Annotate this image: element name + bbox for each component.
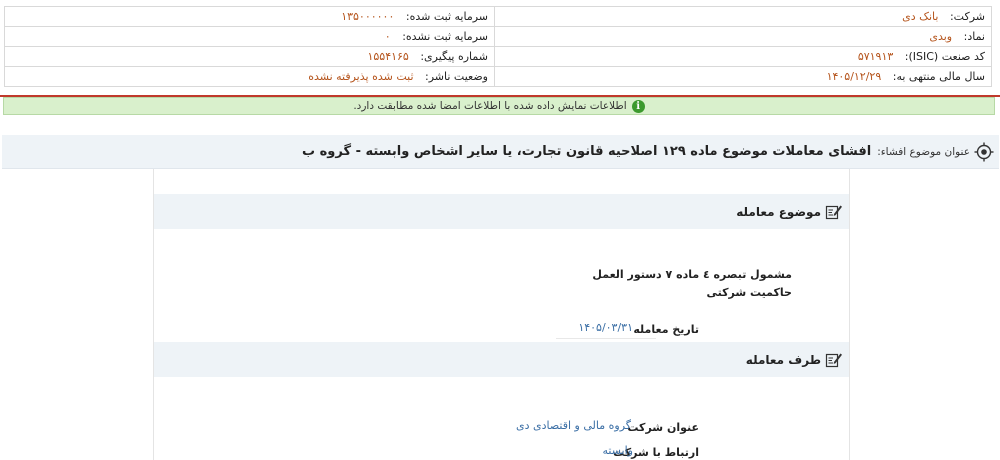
tracking-label: شماره پیگیری:	[420, 50, 488, 63]
transaction-subject-header: موضوع معامله	[154, 194, 849, 229]
unregistered-capital-cell: سرمایه ثبت نشده: ۰	[4, 26, 495, 47]
info-icon: i	[631, 99, 645, 113]
counterparty-company-value: گروه مالی و اقتصادی دی	[516, 419, 631, 432]
company-value: بانک دی	[902, 10, 939, 23]
symbol-label: نماد:	[963, 30, 985, 43]
isic-label: کد صنعت (ISIC):	[904, 50, 985, 63]
target-icon	[974, 142, 994, 162]
fiscal-year-value: ۱۴۰۵/۱۲/۲۹	[826, 70, 882, 83]
fiscal-year-cell: سال مالی منتهی به: ۱۴۰۵/۱۲/۲۹	[494, 66, 992, 87]
verification-alert: i اطلاعات نمایش داده شده با اطلاعات امضا…	[3, 97, 995, 115]
subject-bar: عنوان موضوع افشاء: افشای معاملات موضوع م…	[2, 135, 999, 169]
edit-icon	[825, 351, 843, 369]
registered-capital-cell: سرمایه ثبت شده: ۱۳۵۰۰۰۰۰۰	[4, 6, 495, 27]
company-label: شرکت:	[949, 10, 985, 23]
transaction-date-value: ۱۴۰۵/۰۳/۳۱	[578, 321, 633, 334]
subject-label: عنوان موضوع افشاء:	[877, 145, 970, 158]
isic-value: ۵۷۱۹۱۳	[857, 50, 894, 63]
unregistered-capital-value: ۰	[384, 30, 391, 43]
company-cell: شرکت: بانک دی	[494, 6, 992, 27]
counterparty-header: طرف معامله	[154, 342, 849, 377]
registered-capital-label: سرمایه ثبت شده:	[405, 10, 488, 23]
isic-cell: کد صنعت (ISIC): ۵۷۱۹۱۳	[494, 46, 992, 67]
page-title: افشای معاملات موضوع ماده ۱۲۹ اصلاحیه قان…	[302, 144, 872, 159]
publisher-status-label: وضعیت ناشر:	[425, 70, 488, 83]
publisher-status-value: ثبت شده پذیرفته نشده	[308, 70, 414, 83]
publisher-status-cell: وضعیت ناشر: ثبت شده پذیرفته نشده	[4, 66, 495, 87]
edit-icon	[825, 203, 843, 221]
transaction-description: مشمول تبصره ٤ ماده ٧ دستور العمل حاكميت …	[592, 268, 792, 299]
tracking-cell: شماره پیگیری: ۱۵۵۴۱۶۵	[4, 46, 495, 67]
info-row: نماد: وبدی سرمایه ثبت نشده: ۰	[4, 26, 992, 47]
date-underline	[556, 338, 656, 339]
info-row: سال مالی منتهی به: ۱۴۰۵/۱۲/۲۹ وضعیت ناشر…	[4, 66, 992, 87]
counterparty-relation-value: وابسته	[602, 444, 633, 457]
counterparty-heading: طرف معامله	[745, 352, 821, 367]
unregistered-capital-label: سرمایه ثبت نشده:	[402, 30, 488, 43]
content-panel: موضوع معامله مشمول تبصره ٤ ماده ٧ دستور …	[153, 169, 850, 460]
alert-text: اطلاعات نمایش داده شده با اطلاعات امضا ش…	[353, 100, 627, 112]
counterparty-company-label: عنوان شرکت	[627, 421, 699, 434]
symbol-value: وبدی	[929, 30, 953, 43]
info-row: شرکت: بانک دی سرمایه ثبت شده: ۱۳۵۰۰۰۰۰۰	[4, 6, 992, 27]
company-info-table: شرکت: بانک دی سرمایه ثبت شده: ۱۳۵۰۰۰۰۰۰ …	[4, 6, 992, 87]
symbol-cell: نماد: وبدی	[494, 26, 992, 47]
registered-capital-value: ۱۳۵۰۰۰۰۰۰	[341, 10, 395, 23]
transaction-date-label: تاریخ معامله	[633, 323, 699, 336]
fiscal-year-label: سال مالی منتهی به:	[892, 70, 985, 83]
info-row: کد صنعت (ISIC): ۵۷۱۹۱۳ شماره پیگیری: ۱۵۵…	[4, 46, 992, 67]
tracking-value: ۱۵۵۴۱۶۵	[367, 50, 409, 63]
transaction-subject-heading: موضوع معامله	[736, 204, 821, 219]
